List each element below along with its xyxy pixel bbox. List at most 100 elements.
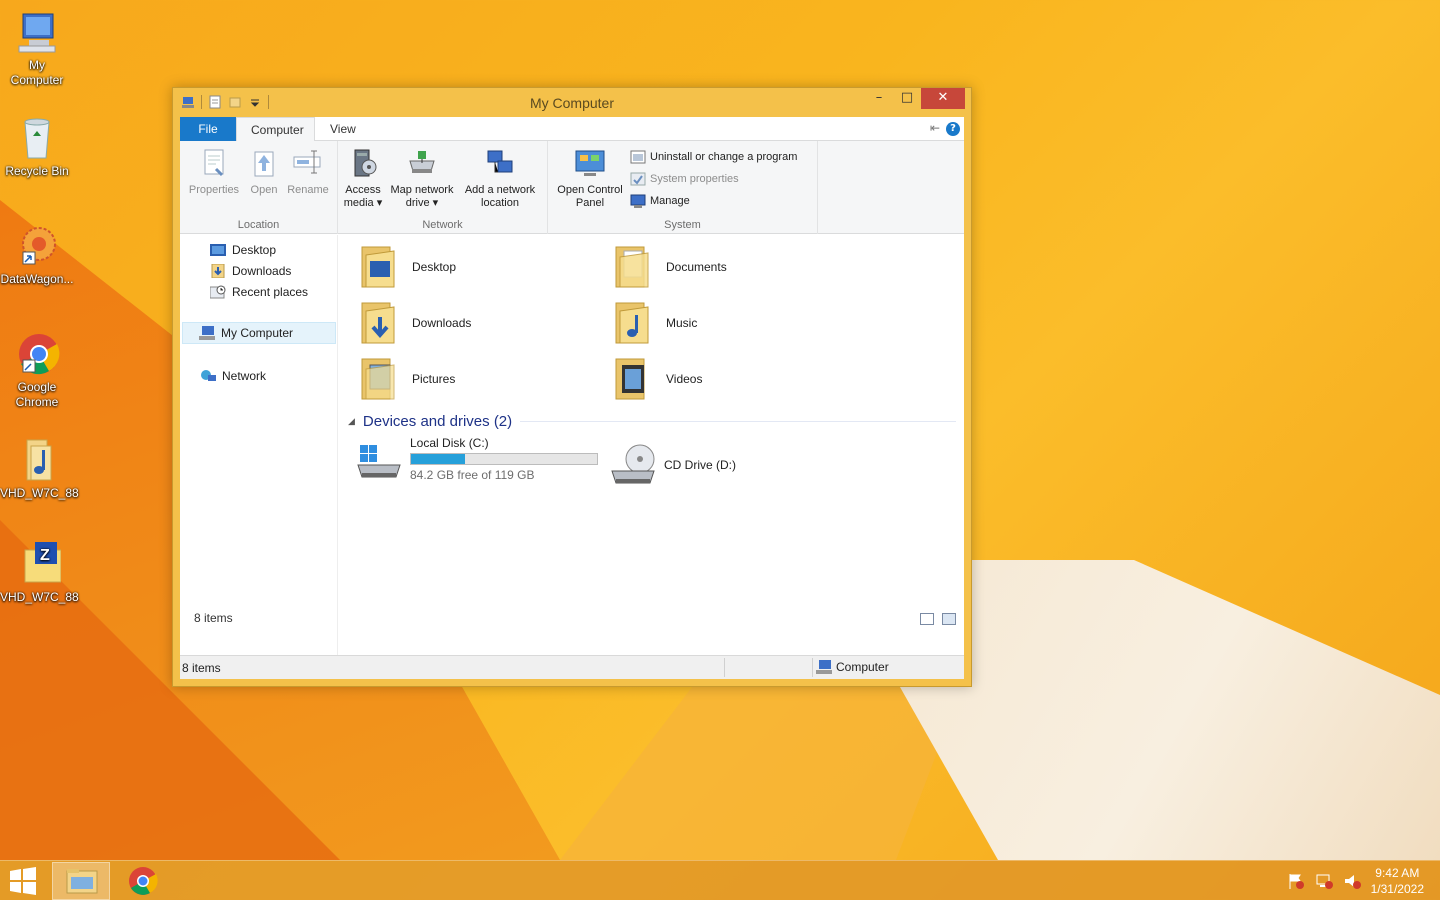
svg-text:Z: Z <box>40 547 50 564</box>
large-icons-view-icon[interactable] <box>942 613 956 625</box>
access-media-button[interactable]: Access media ▾ <box>342 147 384 210</box>
map-network-drive-button[interactable]: Map network drive ▾ <box>386 147 458 210</box>
desktop-icon-recycle-bin[interactable]: Recycle Bin <box>0 114 74 179</box>
nav-item-downloads[interactable]: Downloads <box>210 264 291 278</box>
desktop-folder-icon <box>358 243 402 291</box>
volume-muted-icon[interactable] <box>1343 872 1361 890</box>
separator <box>724 658 725 677</box>
network-drive-icon <box>406 147 438 179</box>
cd-drive-icon <box>610 441 655 489</box>
drive-d[interactable]: CD Drive (D:) <box>610 441 736 489</box>
open-button[interactable]: Open <box>244 147 284 197</box>
manage-button[interactable]: Manage <box>630 193 690 209</box>
downloads-folder-icon <box>358 299 402 347</box>
desktop-icon-my-computer[interactable]: My Computer <box>0 8 74 88</box>
windows-logo-icon <box>10 867 36 895</box>
computer-icon <box>13 8 61 56</box>
clock-date: 1/31/2022 <box>1370 882 1424 896</box>
recent-places-icon <box>210 285 226 299</box>
properties-button[interactable]: Properties <box>186 147 242 197</box>
action-center-flag-icon[interactable] <box>1287 872 1305 890</box>
file-explorer-icon <box>66 869 98 894</box>
folder-music[interactable]: Music <box>612 299 697 347</box>
nav-item-network[interactable]: Network <box>200 369 266 383</box>
desktop-icon-vhd-zip[interactable]: Z VHD_W7C_88 <box>0 540 79 605</box>
navigation-pane: Desktop Downloads Recent places My Compu… <box>180 235 338 655</box>
drive-c-name: Local Disk (C:) <box>410 436 489 450</box>
system-tray: 9:42 AM 1/31/2022 <box>1287 861 1440 900</box>
group-label: System <box>664 219 701 231</box>
chrome-icon <box>129 867 158 895</box>
manage-icon <box>630 194 646 208</box>
taskbar-file-explorer[interactable] <box>52 862 110 900</box>
nav-item-my-computer[interactable]: My Computer <box>182 322 336 344</box>
clock-time: 9:42 AM <box>1375 866 1420 880</box>
datawagon-icon <box>13 222 61 270</box>
status-bar: 8 items Computer <box>180 655 964 679</box>
nav-item-recent-places[interactable]: Recent places <box>210 285 308 299</box>
recycle-bin-icon <box>13 114 61 162</box>
separator <box>812 658 813 677</box>
system-properties-icon <box>630 172 646 186</box>
downloads-icon <box>211 264 225 278</box>
start-button[interactable] <box>8 867 38 895</box>
zip-file-icon: Z <box>13 540 62 588</box>
ribbon: Properties Open Rename Location Access m… <box>180 141 964 234</box>
network-icon <box>201 370 216 381</box>
content-pane: Desktop Documents Downloads Music Pictur… <box>340 235 964 655</box>
help-icon[interactable]: ? <box>946 122 960 136</box>
drive-c-usage-bar <box>410 453 598 465</box>
folder-downloads[interactable]: Downloads <box>358 299 471 347</box>
rename-icon <box>292 147 324 179</box>
hard-drive-icon <box>356 435 401 483</box>
explorer-window: My Computer – □ ✕ File Computer View ⇤ ?… <box>172 87 972 687</box>
open-control-panel-button[interactable]: Open Control Panel <box>552 147 628 210</box>
folder-documents[interactable]: Documents <box>612 243 727 291</box>
group-label: Network <box>422 219 463 231</box>
minimize-ribbon-icon[interactable]: ⇤ <box>930 121 940 135</box>
maximize-button[interactable]: □ <box>893 88 921 109</box>
network-location-icon <box>484 147 516 179</box>
desktop-icon-datawagon[interactable]: DataWagon... <box>0 222 74 287</box>
computer-icon <box>199 326 215 340</box>
videos-folder-icon <box>612 355 656 403</box>
folder-desktop[interactable]: Desktop <box>358 243 456 291</box>
taskbar-google-chrome[interactable] <box>114 862 172 900</box>
status-location: Computer <box>836 660 889 674</box>
close-button[interactable]: ✕ <box>921 88 965 109</box>
details-view-icon[interactable] <box>920 613 934 625</box>
clock[interactable]: 9:42 AM 1/31/2022 <box>1371 865 1424 897</box>
drive-c[interactable]: Local Disk (C:) 84.2 GB free of 119 GB <box>356 435 598 483</box>
taskbar: 9:42 AM 1/31/2022 <box>0 860 1440 900</box>
ribbon-group-system: Open Control Panel Uninstall or change a… <box>548 141 818 234</box>
minimize-button[interactable]: – <box>865 88 893 109</box>
uninstall-program-button[interactable]: Uninstall or change a program <box>630 149 797 165</box>
devices-and-drives-header[interactable]: ◢ Devices and drives (2) <box>348 413 956 430</box>
desktop-icon-label: Recycle Bin <box>5 164 69 178</box>
desktop-icon-label: VHD_W7C_88 <box>0 486 79 500</box>
nav-item-desktop[interactable]: Desktop <box>210 243 276 257</box>
group-label: Location <box>237 219 280 231</box>
chrome-icon <box>13 330 61 378</box>
drive-c-usage-fill <box>411 454 465 464</box>
desktop-icon-vhd-folder[interactable]: VHD_W7C_88 <box>0 436 79 501</box>
programs-icon <box>630 150 646 164</box>
title-bar[interactable]: My Computer – □ ✕ <box>173 88 971 117</box>
system-properties-button[interactable]: System properties <box>630 171 739 187</box>
item-count: 8 items <box>194 611 233 625</box>
desktop-icon-google-chrome[interactable]: Google Chrome <box>0 330 74 410</box>
add-network-location-button[interactable]: Add a network location <box>460 147 540 210</box>
drive-c-free: 84.2 GB free of 119 GB <box>410 468 535 482</box>
tab-file[interactable]: File <box>180 117 236 141</box>
tab-view[interactable]: View <box>316 117 370 141</box>
window-title: My Computer <box>529 95 615 111</box>
open-icon <box>248 147 280 179</box>
tab-computer[interactable]: Computer <box>236 117 315 142</box>
control-panel-icon <box>574 147 606 179</box>
folder-videos[interactable]: Videos <box>612 355 702 403</box>
network-status-icon[interactable] <box>1315 872 1333 890</box>
computer-icon <box>816 660 832 674</box>
rename-button[interactable]: Rename <box>284 147 332 197</box>
desktop-icon-label: Google Chrome <box>15 380 59 409</box>
folder-pictures[interactable]: Pictures <box>358 355 455 403</box>
